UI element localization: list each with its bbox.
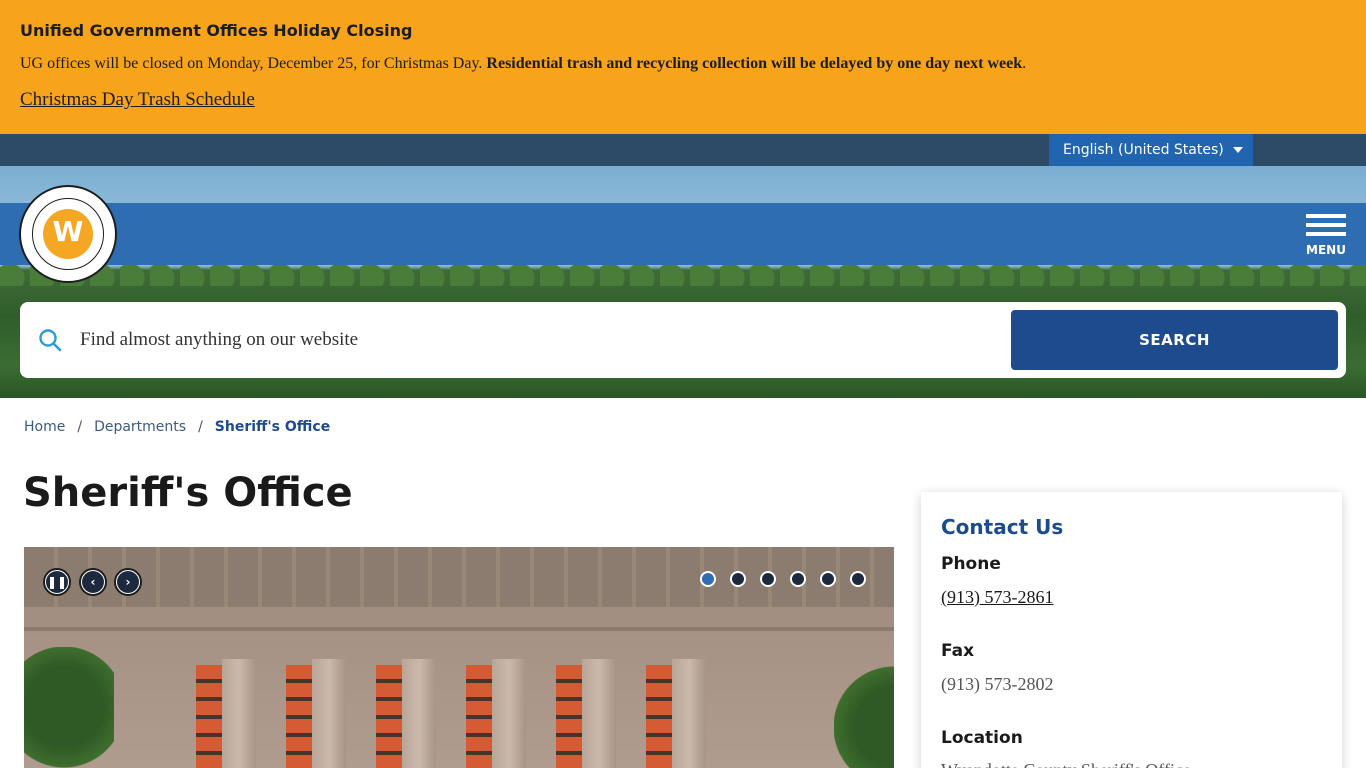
- slideshow-prev-button[interactable]: ‹: [79, 568, 107, 596]
- alert-message: UG offices will be closed on Monday, Dec…: [20, 55, 1026, 73]
- language-selected: English (United States): [1063, 142, 1224, 158]
- caret-down-icon: [1233, 147, 1243, 153]
- alert-title: Unified Government Offices Holiday Closi…: [20, 21, 413, 40]
- slideshow-next-button[interactable]: ›: [114, 568, 142, 596]
- slide-dot-6[interactable]: [850, 571, 866, 587]
- menu-button[interactable]: MENU: [1302, 210, 1350, 260]
- breadcrumb-departments[interactable]: Departments: [94, 419, 186, 435]
- fax-value: (913) 573-2802: [941, 674, 1054, 694]
- page-title: Sheriff's Office: [23, 470, 353, 516]
- alert-message-emphasis: Residential trash and recycling collecti…: [486, 55, 1023, 72]
- breadcrumb-separator: /: [77, 419, 83, 435]
- hamburger-icon: [1306, 214, 1346, 218]
- breadcrumb-home[interactable]: Home: [24, 419, 65, 435]
- contact-title: Contact Us: [941, 515, 1064, 539]
- alert-message-end: .: [1022, 55, 1027, 72]
- seal-mark: W: [52, 215, 84, 248]
- slide-dot-1[interactable]: [700, 571, 716, 587]
- trash-schedule-link[interactable]: Christmas Day Trash Schedule: [20, 89, 255, 111]
- location-value: Wyandotte County Sheriff's Office: [941, 760, 1191, 768]
- breadcrumb: Home / Departments / Sheriff's Office: [24, 419, 330, 435]
- slide-image-tree: [834, 657, 894, 768]
- search-input[interactable]: [80, 320, 1000, 360]
- slide-image-cornice: [24, 607, 894, 631]
- hamburger-icon-line: [1306, 232, 1346, 236]
- chevron-right-icon: ›: [117, 571, 139, 593]
- contact-card: Contact Us Phone (913) 573-2861 Fax (913…: [921, 492, 1342, 768]
- header-nav-bar: [0, 203, 1366, 265]
- slide-dot-5[interactable]: [820, 571, 836, 587]
- slide-image-column: [312, 659, 346, 768]
- hamburger-icon-line: [1306, 223, 1346, 227]
- pause-icon: ❚❚: [46, 571, 68, 593]
- location-label: Location: [941, 728, 1023, 748]
- slide-image-column: [492, 659, 526, 768]
- slide-image-column: [672, 659, 706, 768]
- phone-label: Phone: [941, 554, 1001, 574]
- slide-dot-3[interactable]: [760, 571, 776, 587]
- slide-image-column: [582, 659, 616, 768]
- alert-banner: Unified Government Offices Holiday Closi…: [0, 0, 1366, 134]
- breadcrumb-current: Sheriff's Office: [214, 419, 331, 435]
- menu-label: MENU: [1306, 243, 1346, 257]
- slideshow-pause-button[interactable]: ❚❚: [43, 568, 71, 596]
- slide-image-tree: [24, 647, 114, 768]
- unified-government-seal-logo[interactable]: W: [19, 185, 117, 283]
- chevron-left-icon: ‹: [82, 571, 104, 593]
- language-select[interactable]: English (United States): [1049, 134, 1253, 166]
- slide-dot-4[interactable]: [790, 571, 806, 587]
- alert-message-text: UG offices will be closed on Monday, Dec…: [20, 55, 487, 72]
- fax-label: Fax: [941, 641, 975, 661]
- search-button[interactable]: SEARCH: [1011, 310, 1338, 370]
- phone-link[interactable]: (913) 573-2861: [941, 587, 1053, 608]
- slide-image-column: [222, 659, 256, 768]
- site-search: SEARCH: [20, 302, 1346, 378]
- slide-image-column: [402, 659, 436, 768]
- breadcrumb-separator: /: [198, 419, 203, 435]
- search-icon: [39, 329, 62, 352]
- slideshow: ❚❚ ‹ ›: [24, 547, 894, 768]
- slide-dot-2[interactable]: [730, 571, 746, 587]
